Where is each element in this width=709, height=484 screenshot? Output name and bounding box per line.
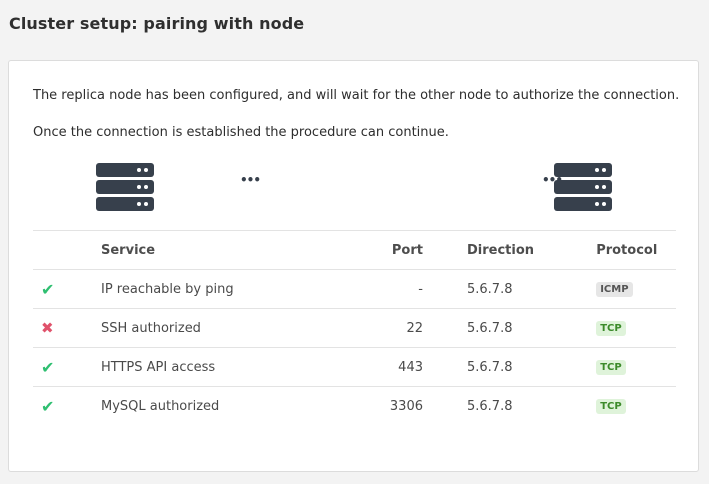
service-cell: SSH authorized: [101, 308, 317, 348]
protocol-cell: TCP: [554, 308, 676, 348]
service-cell: IP reachable by ping: [101, 269, 317, 309]
table-row: ✖ SSH authorized 22 5.6.7.8 TCP: [33, 308, 676, 348]
status-cell: ✔: [33, 347, 101, 387]
check-icon: ✔: [41, 396, 55, 416]
table-row: ✔ MySQL authorized 3306 5.6.7.8 TCP: [33, 386, 676, 425]
protocol-cell: TCP: [554, 386, 676, 425]
direction-cell: 5.6.7.8: [423, 308, 555, 348]
status-message: The replica node has been configured, an…: [33, 88, 680, 103]
check-icon: ✔: [41, 357, 55, 377]
pairing-card: The replica node has been configured, an…: [8, 60, 699, 472]
direction-cell: 5.6.7.8: [423, 347, 555, 387]
protocol-badge: ICMP: [596, 282, 633, 297]
table-row: ✔ IP reachable by ping - 5.6.7.8 ICMP: [33, 269, 676, 309]
cross-icon: ✖: [41, 319, 54, 337]
server-icon: [554, 163, 612, 214]
table-row: ✔ HTTPS API access 443 5.6.7.8 TCP: [33, 347, 676, 387]
protocol-badge: TCP: [596, 360, 626, 375]
service-cell: MySQL authorized: [101, 386, 317, 425]
port-header: Port: [317, 230, 423, 270]
protocol-cell: TCP: [554, 347, 676, 387]
connection-dots: •••: [240, 173, 261, 187]
protocol-header: Protocol: [554, 230, 676, 270]
continue-message: Once the connection is established the p…: [33, 125, 449, 140]
port-cell: 443: [317, 347, 423, 387]
service-cell: HTTPS API access: [101, 347, 317, 387]
status-header: [33, 230, 101, 270]
protocol-badge: TCP: [596, 399, 626, 414]
port-cell: -: [317, 269, 423, 309]
page-title: Cluster setup: pairing with node: [9, 14, 305, 33]
status-cell: ✖: [33, 308, 101, 348]
port-cell: 3306: [317, 386, 423, 425]
server-icon: [96, 163, 154, 214]
direction-header: Direction: [423, 230, 555, 270]
protocol-badge: TCP: [596, 321, 626, 336]
direction-cell: 5.6.7.8: [423, 386, 555, 425]
table-header-row: Service Port Direction Protocol: [33, 230, 676, 270]
service-header: Service: [101, 230, 317, 270]
services-table: Service Port Direction Protocol ✔ IP rea…: [33, 230, 676, 425]
status-cell: ✔: [33, 386, 101, 425]
port-cell: 22: [317, 308, 423, 348]
status-cell: ✔: [33, 269, 101, 309]
check-icon: ✔: [41, 279, 55, 299]
direction-cell: 5.6.7.8: [423, 269, 555, 309]
protocol-cell: ICMP: [554, 269, 676, 309]
